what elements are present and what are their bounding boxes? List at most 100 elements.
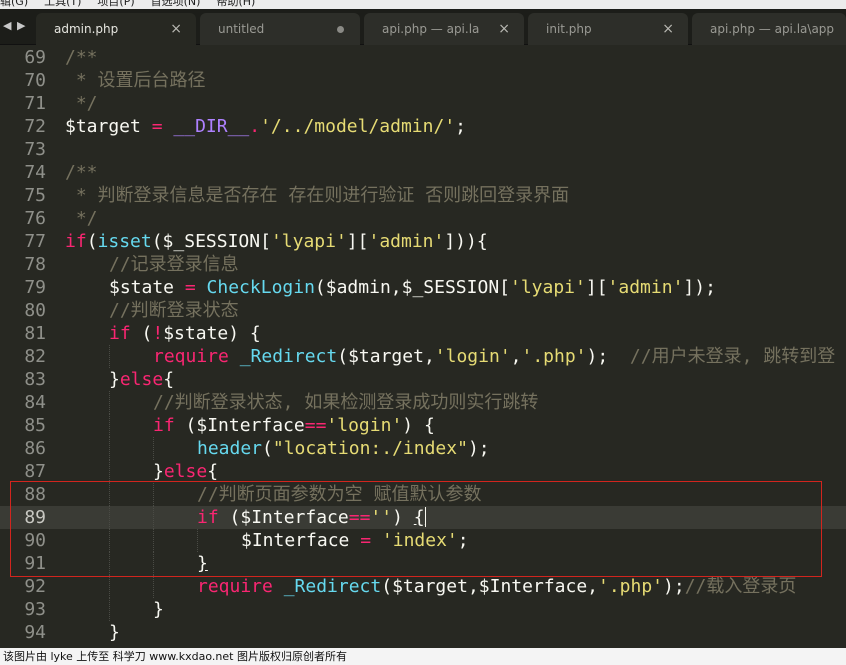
- menu-item[interactable]: 首选项(N): [151, 0, 201, 7]
- code-token: '.php': [521, 346, 587, 367]
- code-line[interactable]: 80 //判断登录状态: [0, 299, 846, 322]
- line-number: 84: [24, 392, 46, 413]
- tab-3[interactable]: api.php — api.la ×: [364, 13, 524, 45]
- menu-item[interactable]: 辑(G): [0, 0, 28, 7]
- code-token: else: [163, 461, 208, 482]
- tab-5[interactable]: api.php — api.la\app: [692, 13, 846, 45]
- code-token: $target: [65, 116, 152, 137]
- code-line[interactable]: 87 }else{: [0, 460, 846, 483]
- code-line[interactable]: 69 /**: [0, 46, 846, 69]
- code-token: //判断登录状态, 如果检测登录成功则实行跳转: [153, 392, 539, 413]
- tab-1[interactable]: admin.php ×: [36, 13, 196, 45]
- menu-item[interactable]: 帮助(H): [216, 0, 255, 7]
- code-line[interactable]: 81 if (!$state) {: [0, 322, 846, 345]
- code-token: * 设置后台路径: [65, 70, 206, 91]
- code-text: }: [153, 598, 164, 621]
- code-token: (: [130, 323, 153, 344]
- line-number: 87: [24, 461, 46, 482]
- code-token: ])){: [444, 231, 488, 252]
- code-editor[interactable]: 69/** 70 * 设置后台路径 71 */72 $target = __DIR__…: [0, 46, 846, 648]
- code-line[interactable]: 73: [0, 138, 846, 161]
- code-token: //判断登录状态: [109, 300, 239, 321]
- menu-item[interactable]: 项目(P): [97, 0, 134, 7]
- tab-label: api.php — api.la: [382, 22, 480, 36]
- line-number: 85: [24, 415, 46, 436]
- code-text: if (!$state) {: [109, 322, 261, 345]
- watermark-text: 该图片由 lyke 上传至 科学刀 www.kxdao.net 图片版权归原创者…: [0, 648, 846, 665]
- code-line[interactable]: 79 $state = CheckLogin($admin,$_SESSION['…: [0, 276, 846, 299]
- code-line[interactable]: 94}: [0, 621, 846, 644]
- close-icon[interactable]: ×: [662, 13, 674, 45]
- line-number: 94: [24, 622, 46, 643]
- code-text: //记录登录信息: [109, 253, 239, 276]
- code-line[interactable]: 93}: [0, 598, 846, 621]
- unsaved-dot-icon[interactable]: [337, 26, 344, 33]
- code-token: 'lyapi': [270, 231, 347, 252]
- code-line[interactable]: 86 header("location:./index");: [0, 437, 846, 460]
- code-line[interactable]: 72 $target = __DIR__.'/../model/admin/';: [0, 115, 846, 138]
- line-number: 83: [24, 369, 46, 390]
- code-token: //用户未登录, 跳转到登: [629, 346, 836, 367]
- indent-guide: [153, 575, 154, 598]
- code-line[interactable]: 70 * 设置后台路径: [0, 69, 846, 92]
- code-line[interactable]: 92 require _Redirect($target,$Interface,'…: [0, 575, 846, 598]
- line-number: 69: [24, 47, 46, 68]
- code-token: 'admin': [607, 277, 684, 298]
- code-token: 'lyapi': [510, 277, 586, 298]
- code-line[interactable]: 84 //判断登录状态, 如果检测登录成功则实行跳转: [0, 391, 846, 414]
- line-number: 92: [24, 576, 46, 597]
- code-text: }else{: [153, 460, 218, 483]
- code-line[interactable]: 83 }else{: [0, 368, 846, 391]
- code-token: 'login': [326, 415, 403, 436]
- indent-guide: [109, 575, 110, 598]
- code-line[interactable]: 71 */: [0, 92, 846, 115]
- code-token: );: [663, 576, 685, 597]
- close-icon[interactable]: ×: [170, 13, 182, 45]
- code-text: //判断登录状态, 如果检测登录成功则实行跳转: [153, 391, 538, 414]
- code-text: * 判断登录信息是否存在 存在则进行验证 否则跳回登录界面: [65, 184, 569, 207]
- indent-guide: [109, 345, 110, 368]
- line-number: 81: [24, 323, 46, 344]
- line-number: 73: [24, 139, 46, 160]
- code-token: __DIR__: [173, 116, 250, 137]
- tab-2[interactable]: untitled: [200, 13, 360, 45]
- annotation-box: [10, 481, 822, 577]
- indent-guide: [153, 437, 154, 460]
- code-token: ,: [510, 346, 522, 367]
- code-token: {: [163, 369, 175, 390]
- tab-nav-arrows-icon[interactable]: ◀ ▶: [0, 17, 32, 35]
- code-token: ][: [346, 231, 369, 252]
- code-line[interactable]: 78 //记录登录信息: [0, 253, 846, 276]
- menu-item[interactable]: 工具(T): [44, 0, 81, 7]
- code-token: ($admin,$_SESSION[: [314, 277, 510, 298]
- code-line[interactable]: 76 */: [0, 207, 846, 230]
- close-icon[interactable]: ×: [498, 13, 510, 45]
- code-text: header("location:./index");: [197, 437, 490, 460]
- code-text: if(isset($_SESSION['lyapi']['admin'])){: [65, 230, 488, 253]
- tab-4[interactable]: init.php ×: [528, 13, 688, 45]
- code-token: {: [207, 461, 219, 482]
- code-token: if: [65, 231, 87, 252]
- indent-guide: [109, 391, 110, 414]
- code-text: }else{: [109, 368, 174, 391]
- code-line[interactable]: 75 * 判断登录信息是否存在 存在则进行验证 否则跳回登录界面: [0, 184, 846, 207]
- code-token: CheckLogin: [206, 277, 315, 298]
- code-token: //载入登录页: [684, 576, 797, 597]
- menu-bar: 辑(G) 工具(T) 项目(P) 首选项(N) 帮助(H): [0, 0, 846, 9]
- code-line[interactable]: 85 if ($Interface=='login') {: [0, 414, 846, 437]
- code-token: /**: [65, 162, 98, 183]
- line-number: 76: [24, 208, 46, 229]
- code-token: header: [197, 438, 263, 459]
- line-number: 72: [24, 116, 46, 137]
- code-token: */: [65, 93, 98, 114]
- code-token: 'admin': [368, 231, 445, 252]
- code-line[interactable]: 74 /**: [0, 161, 846, 184]
- code-token: require: [153, 346, 229, 367]
- code-line[interactable]: 82 require _Redirect($target,'login','.ph…: [0, 345, 846, 368]
- line-number: 93: [24, 599, 46, 620]
- code-token: }: [109, 622, 120, 643]
- code-line[interactable]: 77 if(isset($_SESSION['lyapi']['admin']))…: [0, 230, 846, 253]
